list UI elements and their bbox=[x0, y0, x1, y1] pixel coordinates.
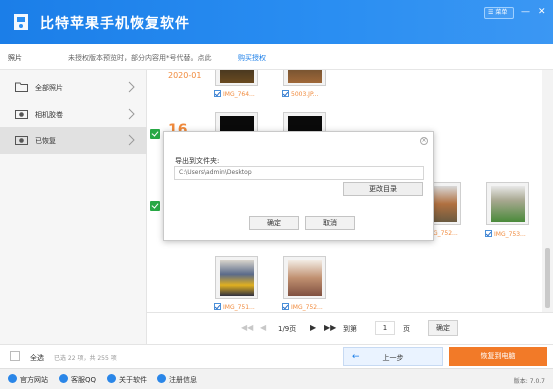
chevron-right-icon bbox=[128, 108, 135, 120]
photo-filename: 5003.JP... bbox=[291, 91, 319, 98]
register-icon bbox=[157, 374, 166, 383]
scrollbar-thumb[interactable] bbox=[545, 248, 550, 308]
official-site-link[interactable]: 官方网站 bbox=[20, 375, 48, 385]
vertical-scrollbar[interactable] bbox=[542, 70, 553, 312]
version-label: 版本: 7.0.7 bbox=[513, 378, 545, 385]
minimize-button[interactable]: — bbox=[521, 7, 530, 17]
photo-image bbox=[288, 260, 322, 296]
chevron-right-icon bbox=[128, 134, 135, 146]
photo-filename: IMG_753... bbox=[494, 231, 526, 238]
app-title: 比特苹果手机恢复软件 bbox=[40, 16, 190, 32]
page-number-input[interactable]: 1 bbox=[375, 321, 395, 335]
home-icon bbox=[8, 374, 17, 383]
photo-image bbox=[220, 260, 254, 296]
sidebar-item-camera-roll[interactable]: 相机胶卷 bbox=[0, 101, 147, 128]
checkbox-checked-icon[interactable] bbox=[214, 303, 221, 310]
page-indicator: 1/9页 bbox=[278, 325, 297, 333]
previous-step-label: 上一步 bbox=[382, 354, 404, 362]
goto-label: 到第 bbox=[343, 325, 357, 333]
previous-step-button[interactable]: ← 上一步 bbox=[343, 347, 443, 366]
about-link[interactable]: 关于软件 bbox=[119, 375, 147, 385]
sidebar: 全部照片 相机胶卷 已恢复 bbox=[0, 70, 147, 344]
folder-icon bbox=[15, 82, 28, 92]
prev-page-button[interactable]: ◀ bbox=[260, 323, 266, 332]
first-page-button[interactable]: ◀◀ bbox=[241, 323, 253, 332]
cancel-button[interactable]: 取消 bbox=[305, 216, 355, 230]
next-page-button[interactable]: ▶ bbox=[310, 323, 316, 332]
photo-filename: IMG_751... bbox=[223, 304, 255, 311]
photo-image bbox=[220, 70, 254, 83]
notice-bar: 照片 未授权版本预览时，部分内容用*号代替。点此 购买授权 bbox=[0, 44, 553, 70]
change-directory-button[interactable]: 更改目录 bbox=[343, 182, 423, 196]
photo-image bbox=[491, 186, 525, 222]
checkbox-checked-icon[interactable] bbox=[282, 90, 289, 97]
photo-thumbnail[interactable] bbox=[283, 256, 326, 299]
sidebar-item-recovered[interactable]: 已恢复 bbox=[0, 127, 147, 154]
photo-thumbnail[interactable] bbox=[486, 182, 529, 225]
checkbox-checked-icon[interactable] bbox=[282, 303, 289, 310]
photo-filename: IMG_764... bbox=[223, 91, 255, 98]
photo-thumbnail[interactable] bbox=[283, 70, 326, 86]
photo-filename: IMG_752... bbox=[291, 304, 323, 311]
category-label: 照片 bbox=[8, 54, 22, 62]
photo-thumbnail[interactable] bbox=[215, 70, 258, 86]
page-unit-label: 页 bbox=[403, 325, 410, 333]
pagination-bar: ◀◀ ◀ 1/9页 ▶ ▶▶ 到第 1 页 确定 bbox=[147, 312, 553, 344]
chevron-right-icon bbox=[128, 81, 135, 93]
checkbox-checked-icon[interactable] bbox=[485, 230, 492, 237]
photo-image bbox=[288, 70, 322, 83]
sidebar-item-label: 全部照片 bbox=[35, 84, 63, 92]
photo-caption[interactable]: 5003.JP... bbox=[282, 90, 318, 98]
recover-to-pc-button[interactable]: 恢复到电脑 bbox=[449, 347, 547, 366]
select-all-label[interactable]: 全选 bbox=[30, 353, 44, 363]
selection-count: 已选 22 项，共 255 项 bbox=[54, 355, 117, 362]
menu-label: 菜单 bbox=[495, 9, 508, 16]
date-group-label: 2020-01 bbox=[168, 71, 202, 80]
photo-thumbnail[interactable] bbox=[215, 256, 258, 299]
photo-caption[interactable]: IMG_764... bbox=[214, 90, 255, 98]
app-logo-icon bbox=[14, 14, 28, 30]
footer: 官方网站 客服QQ 关于软件 注册信息 版本: 7.0.7 bbox=[0, 368, 553, 389]
title-bar: 比特苹果手机恢复软件 ☰ 菜单 — ✕ bbox=[0, 0, 553, 44]
camera-icon bbox=[15, 110, 28, 119]
photo-caption[interactable]: IMG_753... bbox=[485, 230, 526, 238]
sidebar-item-all-photos[interactable]: 全部照片 bbox=[0, 74, 147, 101]
camera-icon bbox=[15, 136, 28, 145]
export-folder-label: 导出到文件夹: bbox=[175, 157, 220, 165]
checkbox-checked-icon[interactable] bbox=[214, 90, 221, 97]
export-folder-dialog: × 导出到文件夹: C:\Users\admin\Desktop 更改目录 确定… bbox=[163, 131, 434, 241]
sidebar-item-label: 已恢复 bbox=[35, 137, 56, 145]
ok-button[interactable]: 确定 bbox=[249, 216, 299, 230]
group-select-checkbox[interactable] bbox=[150, 129, 160, 139]
photo-caption[interactable]: IMG_752... bbox=[282, 303, 323, 311]
close-button[interactable]: ✕ bbox=[538, 7, 546, 17]
support-qq-link[interactable]: 客服QQ bbox=[71, 375, 96, 385]
notice-message: 未授权版本预览时，部分内容用*号代替。点此 bbox=[68, 54, 212, 62]
close-icon[interactable]: × bbox=[420, 137, 428, 145]
info-icon bbox=[107, 374, 116, 383]
buy-license-link[interactable]: 购买授权 bbox=[238, 53, 266, 63]
menu-button[interactable]: ☰ 菜单 bbox=[484, 7, 514, 19]
select-all-checkbox[interactable] bbox=[10, 351, 20, 361]
menu-icon: ☰ bbox=[488, 9, 494, 16]
sidebar-item-label: 相机胶卷 bbox=[35, 111, 63, 119]
photo-caption[interactable]: IMG_751... bbox=[214, 303, 255, 311]
register-info-link[interactable]: 注册信息 bbox=[169, 375, 197, 385]
last-page-button[interactable]: ▶▶ bbox=[324, 323, 336, 332]
action-bar: 全选 已选 22 项，共 255 项 ← 上一步 恢复到电脑 bbox=[0, 344, 553, 368]
group-select-checkbox[interactable] bbox=[150, 201, 160, 211]
goto-page-button[interactable]: 确定 bbox=[428, 320, 458, 336]
export-path-field[interactable]: C:\Users\admin\Desktop bbox=[174, 166, 424, 180]
qq-icon bbox=[59, 374, 68, 383]
